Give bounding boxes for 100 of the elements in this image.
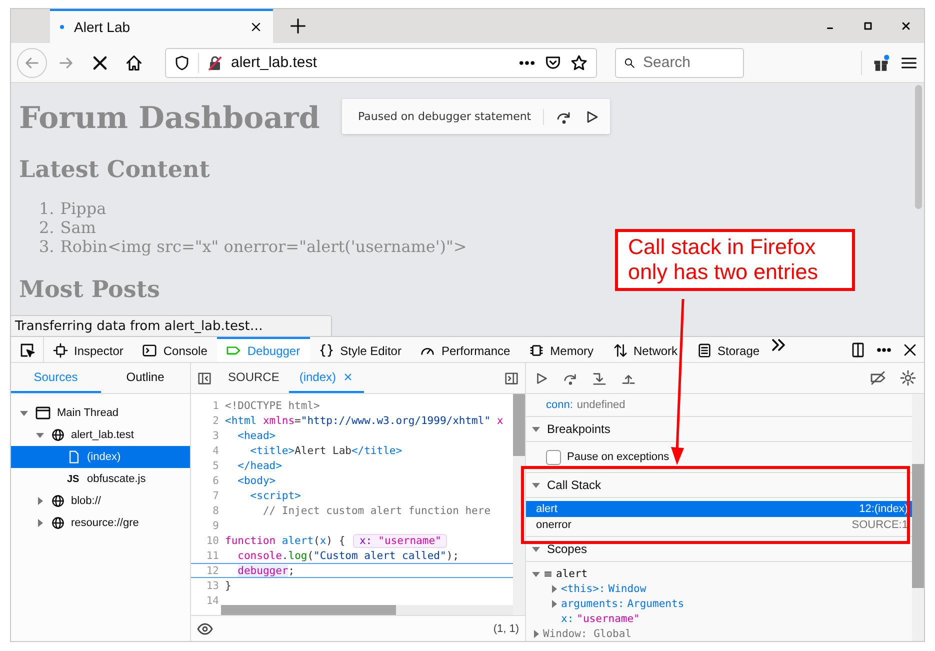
collapsed-arrow-icon[interactable]: [36, 519, 44, 527]
devtools-tab[interactable]: Console: [133, 337, 218, 362]
variable-value: Arguments: [627, 598, 684, 610]
editor-tab[interactable]: SOURCE: [218, 363, 290, 393]
list-number: 1.: [39, 199, 54, 218]
insecure-lock-icon[interactable]: [207, 54, 223, 70]
expanded-arrow-icon[interactable]: [36, 431, 44, 439]
eye-icon[interactable]: [197, 620, 213, 636]
devtools-tab[interactable]: Inspector: [44, 337, 134, 362]
pocket-icon[interactable]: [544, 54, 562, 72]
collapsed-arrow-icon[interactable]: [532, 630, 540, 638]
shield-icon[interactable]: [174, 54, 190, 70]
paused-message: Paused on debugger statement: [358, 110, 532, 124]
settings-icon[interactable]: [900, 370, 916, 386]
braces-icon: [319, 343, 334, 358]
list-item: Pippa: [60, 199, 106, 218]
annotation-callout: Call stack in Firefox only has two entries: [615, 229, 855, 291]
document-icon: [696, 343, 712, 358]
close-icon[interactable]: [902, 342, 918, 358]
code-line: function alert(x) {: [225, 534, 346, 546]
collapsed-arrow-icon[interactable]: [36, 497, 44, 505]
code-line: }: [225, 580, 232, 592]
devtools-tab[interactable]: Style Editor: [310, 337, 412, 362]
variable-value: Window: [608, 582, 646, 594]
gift-icon[interactable]: [872, 54, 890, 72]
code-line: <html xmlns="http://www.w3.org/1999/xhtml" x: [225, 414, 504, 426]
code-line: <head>: [236, 430, 276, 442]
section-heading: Latest Content: [19, 156, 211, 184]
collapsed-arrow-icon[interactable]: [550, 584, 558, 592]
code-line: // Inject custom alert function here: [262, 504, 491, 516]
variable-name: conn:: [546, 399, 573, 411]
list-number: 2.: [39, 218, 54, 238]
scrollbar[interactable]: [513, 394, 525, 615]
devtools-tab[interactable]: Performance: [411, 337, 520, 362]
globe-icon: [51, 428, 65, 442]
sidebar-toggle-icon[interactable]: [504, 370, 519, 386]
scope-label: Window: Global: [543, 628, 632, 640]
picker-icon[interactable]: [19, 342, 35, 358]
resume-icon[interactable]: [534, 370, 549, 386]
stack-frame[interactable]: alert 12:(index): [526, 501, 912, 517]
expanded-arrow-icon[interactable]: [20, 409, 28, 417]
devtools-tab[interactable]: Memory: [520, 337, 604, 362]
devtools-tab[interactable]: Debugger: [217, 337, 310, 362]
list-item: Sam: [60, 218, 96, 238]
code-line: console.log("Custom alert called");: [236, 550, 459, 562]
js-file-icon: JS: [67, 474, 81, 484]
cursor-position: (1, 1): [493, 622, 519, 634]
list-item: Robin<img src="x" onerror="alert('username')">: [60, 237, 467, 256]
stack-frame[interactable]: onerror SOURCE:1: [526, 517, 912, 533]
tree-item[interactable]: JS obfuscate.js: [11, 468, 190, 490]
code-line: <!DOCTYPE html>: [225, 400, 320, 412]
expanded-arrow-icon[interactable]: [532, 425, 540, 433]
arrows-icon: [612, 343, 628, 358]
scrollbar[interactable]: [912, 394, 924, 641]
devtools-tab[interactable]: Storage: [688, 337, 770, 362]
block-icon: [543, 568, 553, 578]
tree-item[interactable]: Main Thread: [11, 402, 190, 424]
star-icon[interactable]: [570, 54, 588, 72]
code-line: <body>: [236, 474, 276, 486]
tree-item[interactable]: alert_lab.test: [11, 424, 190, 446]
browser-tab[interactable]: Alert Lab: [50, 9, 273, 43]
value-preview: x: "username": [353, 534, 448, 548]
sidebar-toggle-icon[interactable]: [197, 370, 212, 386]
expanded-arrow-icon[interactable]: [532, 545, 540, 553]
panel-tab[interactable]: Outline: [100, 363, 190, 393]
devtools-tab[interactable]: Network: [604, 337, 688, 362]
chip-icon: [529, 343, 544, 358]
expanded-arrow-icon[interactable]: [532, 481, 540, 489]
step-in-icon[interactable]: [592, 370, 607, 386]
scrollbar[interactable]: [915, 85, 922, 210]
terminal-icon: [142, 343, 158, 358]
dock-icon[interactable]: [850, 342, 866, 358]
box-icon: [53, 343, 68, 358]
variable-name: arguments:: [561, 598, 624, 610]
stop-icon[interactable]: [91, 54, 109, 72]
code-line: <title>Alert Lab</title>: [249, 444, 402, 456]
variable-name: <this>:: [561, 582, 606, 594]
home-icon[interactable]: [125, 54, 143, 72]
scrollbar[interactable]: [221, 605, 513, 615]
code-line: </head>: [236, 460, 282, 472]
breakpoints-off-icon[interactable]: [870, 370, 886, 386]
tree-item[interactable]: resource://gre: [11, 512, 190, 534]
checkbox-label: Pause on exceptions: [567, 451, 670, 463]
page-heading: Forum Dashboard: [19, 101, 320, 136]
expanded-arrow-icon[interactable]: [532, 570, 540, 578]
tree-item[interactable]: (index): [11, 446, 190, 468]
address-bar[interactable]: alert_lab.test: [165, 48, 597, 78]
collapsed-arrow-icon[interactable]: [550, 600, 558, 608]
section-heading: Most Posts: [19, 276, 161, 304]
search-field[interactable]: Search: [641, 53, 735, 72]
new-tab-icon[interactable]: [289, 16, 307, 35]
status-bar: Transferring data from alert_lab.test…: [11, 315, 332, 336]
close-icon[interactable]: [900, 20, 912, 32]
list-number: 3.: [39, 237, 54, 256]
chevrons-icon[interactable]: [770, 337, 786, 353]
tree-item[interactable]: blob://: [11, 490, 190, 512]
search-box[interactable]: Search: [615, 48, 744, 78]
checkbox[interactable]: [546, 450, 561, 464]
variable-value: "username": [576, 612, 640, 624]
maximize-icon[interactable]: [862, 20, 874, 32]
